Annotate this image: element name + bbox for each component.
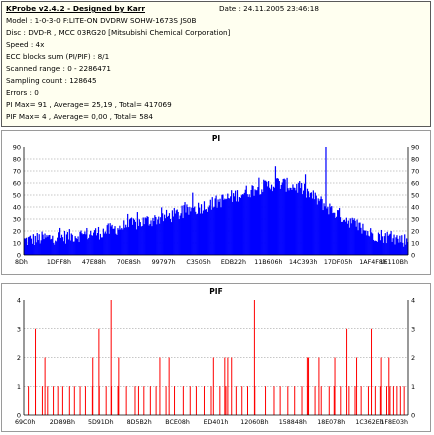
pi-ytick-left: 10 <box>13 240 21 248</box>
pif-xtick: 8D5B2h <box>127 419 152 426</box>
pif-ytick-right: 2 <box>411 354 415 362</box>
info-pif-stats: PIF Max= 4 , Average= 0,00 , Total= 584 <box>6 112 153 121</box>
pi-chart: PI0 010 1020 2030 3040 4050 5060 6070 7080 8090 90… <box>13 134 420 266</box>
pi-xtick: 1E110Bh <box>380 259 408 266</box>
pi-ytick-left: 90 <box>13 144 21 152</box>
pif-xtick: 158848h <box>279 419 307 426</box>
pif-ytick-left: 2 <box>17 354 21 362</box>
pif-ytick-left: 1 <box>17 383 21 391</box>
pi-xtick: 47E88h <box>82 259 106 266</box>
pi-ytick-right: 60 <box>411 180 419 188</box>
pif-ytick-left: 3 <box>17 325 21 333</box>
pi-ytick-left: 80 <box>13 156 21 164</box>
pi-xtick: EDB22h <box>221 259 246 266</box>
pif-xtick: 12060Bh <box>240 419 268 426</box>
info-model: Model : 1-0-3-0 F:LITE-ON DVDRW SOHW-167… <box>6 16 197 25</box>
pif-xtick: 69C0h <box>15 419 35 426</box>
pif-chart-panel: PIF 0 0 1 1 2 2 3 3 4 4 69C0h 2D89Bh 5D91Dh 8D5B2h BCE0… <box>1 283 431 432</box>
info-sampling-count: Sampling count : 128645 <box>6 76 97 85</box>
info-speed: Speed : 4x <box>6 40 45 49</box>
pi-ytick-right: 40 <box>411 204 419 212</box>
pi-xtick: C3505h <box>186 259 210 266</box>
pi-ytick-left: 30 <box>13 216 21 224</box>
info-panel: KProbe v2.4.2 - Designed by Karr Date : … <box>1 1 431 127</box>
pif-xtick: ED401h <box>204 419 229 426</box>
pi-ytick-left: 40 <box>13 204 21 212</box>
pif-chart-title: PIF <box>209 287 222 296</box>
pi-ytick-left: 70 <box>13 168 21 176</box>
pif-ytick-right: 4 <box>411 297 415 305</box>
info-ecc-blocks: ECC blocks sum (PI/PIF) : 8/1 <box>6 52 110 61</box>
pi-ytick-right: 20 <box>411 228 419 236</box>
app-title: KProbe v2.4.2 - Designed by Karr <box>6 4 146 13</box>
pi-ytick-right: 10 <box>411 240 419 248</box>
pi-ytick-right: 80 <box>411 156 419 164</box>
pif-xtick: 1F8E03h <box>380 419 408 426</box>
pi-xtick: 14C393h <box>289 259 317 266</box>
pi-ytick-right: 30 <box>411 216 419 224</box>
pi-xtick: 1DFF8h <box>47 259 71 266</box>
pi-chart-panel: PI 0 0 10 10 20 20 30 30 40 40 50 50 60 60 70 70 80 80 90 90… <box>1 130 431 275</box>
pif-xtick: BCE08h <box>165 419 190 426</box>
pi-xtick: 17DF05h <box>324 259 353 266</box>
info-pi-stats: PI Max= 91 , Average= 25,19 , Total= 417… <box>6 100 172 109</box>
pi-ytick-right: 50 <box>411 192 419 200</box>
pi-xtick: 99797h <box>152 259 176 266</box>
pi-chart-title: PI <box>212 134 220 143</box>
info-scanned-range: Scanned range : 0 - 2286471 <box>6 64 111 73</box>
pif-xtick: 2D89Bh <box>50 419 75 426</box>
info-errors: Errors : 0 <box>6 88 39 97</box>
pif-xtick: 5D91Dh <box>88 419 114 426</box>
pi-xtick: 70E8Sh <box>117 259 141 266</box>
pif-ytick-right: 0 <box>411 412 415 420</box>
info-disc: Disc : DVD-R , MCC 03RG20 [Mitsubishi Ch… <box>6 28 231 37</box>
pif-ytick-right: 1 <box>411 383 415 391</box>
pi-ytick-right: 70 <box>411 168 419 176</box>
pi-xtick: 8Dh <box>15 259 28 266</box>
pi-ytick-left: 50 <box>13 192 21 200</box>
pi-ytick-right: 0 <box>411 252 415 260</box>
pi-xtick: 11B606h <box>254 259 282 266</box>
pi-ytick-right: 90 <box>411 144 419 152</box>
pi-ytick-left: 60 <box>13 180 21 188</box>
pif-ytick-right: 3 <box>411 325 415 333</box>
scan-date: Date : 24.11.2005 23:46:18 <box>219 4 319 13</box>
pif-chart: PIF0 01 12 23 34 469C0h 2D89Bh 5D91Dh 8D5B2h BCE0… <box>15 287 415 426</box>
pif-xtick: 18E078h <box>317 419 345 426</box>
pif-ytick-left: 4 <box>17 297 21 305</box>
pi-ytick-left: 20 <box>13 228 21 236</box>
